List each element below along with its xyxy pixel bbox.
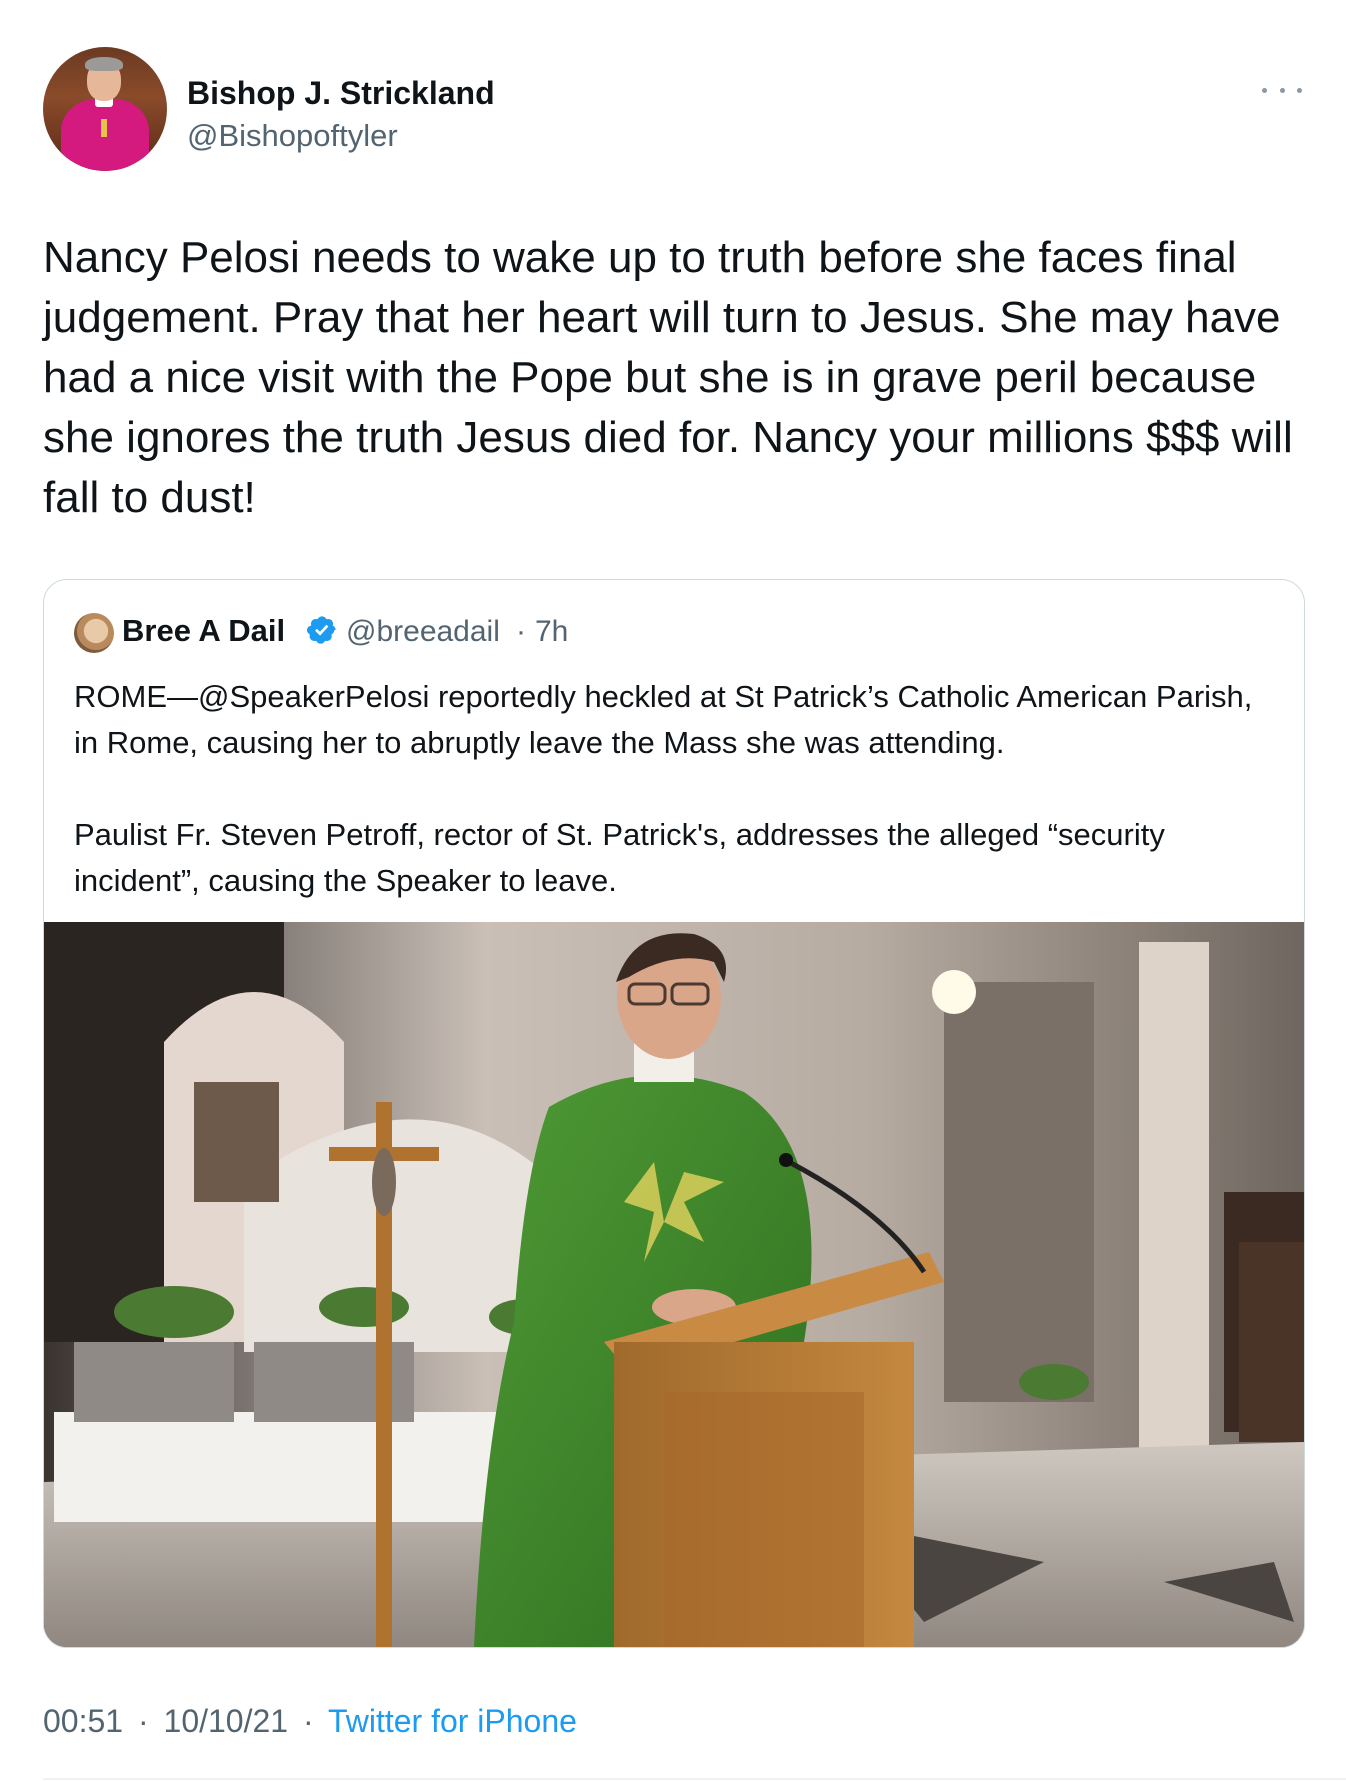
verified-badge-icon xyxy=(307,616,336,644)
video-thumbnail[interactable] xyxy=(44,922,1304,1647)
divider xyxy=(43,1778,1346,1780)
tweet-meta: 00:51 · 10/10/21 · Twitter for iPhone xyxy=(43,1703,577,1740)
quoted-tweet[interactable]: Bree A Dail @breeadail · 7h ROME—@Speake… xyxy=(43,579,1305,1648)
author-avatar[interactable] xyxy=(43,47,167,171)
quoted-author-handle[interactable]: @breeadail xyxy=(346,615,500,649)
separator-dot: · xyxy=(516,615,526,648)
more-options-icon[interactable] xyxy=(1262,78,1302,102)
quoted-author-avatar[interactable] xyxy=(74,613,114,653)
quoted-tweet-text: ROME—@SpeakerPelosi reportedly heckled a… xyxy=(74,674,1274,904)
author-handle[interactable]: @Bishopoftyler xyxy=(187,118,398,154)
tweet: Bishop J. Strickland @Bishopoftyler Nanc… xyxy=(0,0,1346,1782)
separator-dot: · xyxy=(137,1703,149,1739)
quoted-author-name[interactable]: Bree A Dail xyxy=(122,613,285,649)
tweet-time[interactable]: 00:51 xyxy=(43,1703,123,1739)
quoted-paragraph: Paulist Fr. Steven Petroff, rector of St… xyxy=(74,817,1165,898)
separator-dot: · xyxy=(302,1703,314,1739)
tweet-date[interactable]: 10/10/21 xyxy=(164,1703,289,1739)
author-name[interactable]: Bishop J. Strickland xyxy=(187,75,495,112)
tweet-source-link[interactable]: Twitter for iPhone xyxy=(328,1703,577,1739)
quoted-paragraph: ROME—@SpeakerPelosi reportedly heckled a… xyxy=(74,679,1253,760)
tweet-text: Nancy Pelosi needs to wake up to truth b… xyxy=(43,233,1293,522)
quoted-tweet-age[interactable]: 7h xyxy=(535,615,568,649)
